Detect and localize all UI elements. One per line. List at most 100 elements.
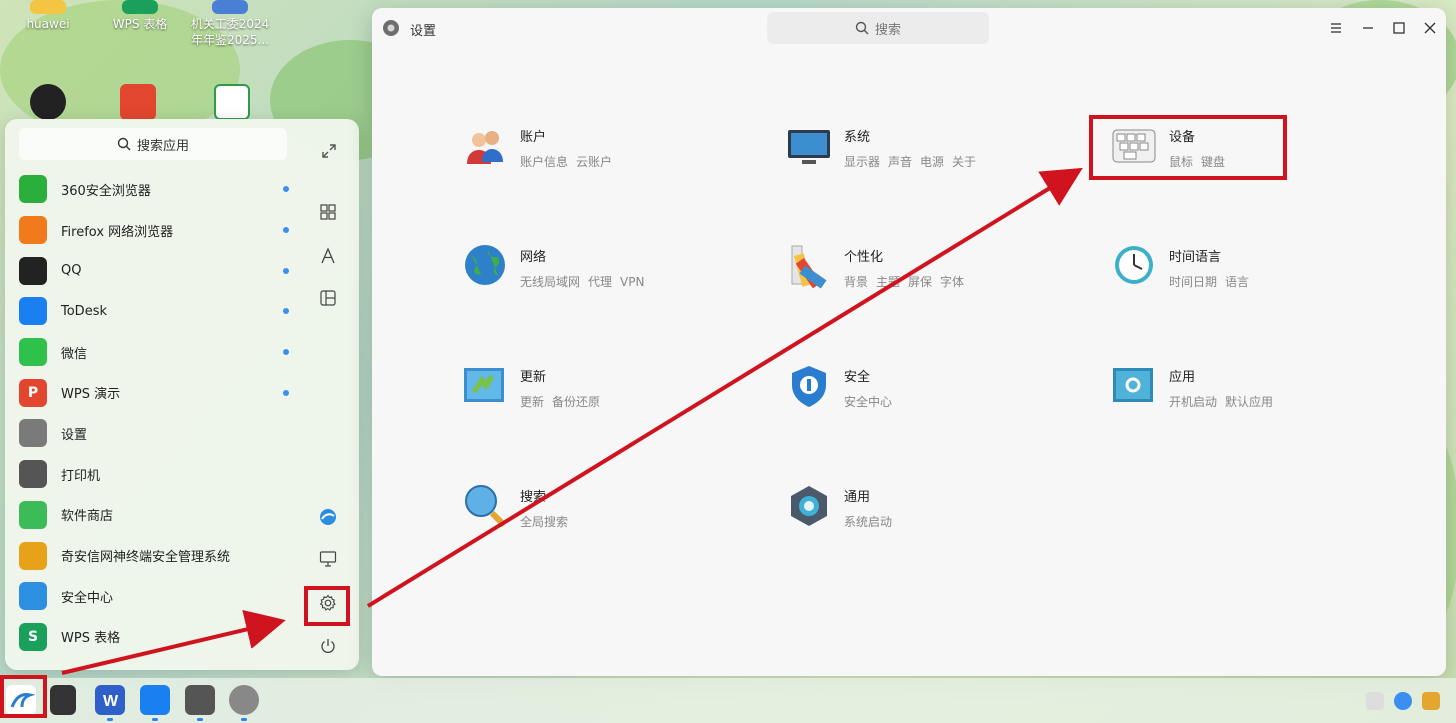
app-list-item[interactable]: 设置 (19, 413, 299, 454)
app-list-item[interactable]: S WPS 表格 (19, 617, 299, 658)
annotation-box-devices (1089, 115, 1287, 180)
app-list: 360安全浏览器 Firefox 网络浏览器 QQ ToDesk 微信 P WPS 演示设置… (19, 169, 299, 657)
desktop-icon-xls[interactable] (192, 84, 272, 122)
multitask-view-button[interactable] (50, 685, 76, 715)
category-search[interactable]: 搜索 全局搜索 (462, 484, 722, 544)
category-system[interactable]: 系统 显示器 声音 电源 关于 (786, 124, 1046, 184)
maximize-icon (1393, 22, 1405, 34)
settings-app-icon (383, 20, 399, 36)
app-list-item[interactable]: 微信 (19, 332, 299, 373)
general-icon (791, 486, 827, 526)
start-menu-search[interactable]: 搜索应用 (19, 128, 287, 160)
category-view-icon[interactable] (315, 285, 341, 311)
app-list-item[interactable]: 360安全浏览器 (19, 169, 299, 210)
expand-icon[interactable] (319, 141, 339, 161)
category-update[interactable]: 更新 更新 备份还原 (462, 364, 722, 424)
menu-button[interactable] (1326, 18, 1346, 38)
xls-file-icon (214, 84, 250, 120)
desktop-icon-huawei[interactable]: huawei (8, 0, 88, 32)
app-label: WPS 表格 (61, 631, 121, 647)
desktop-icon-wps-presentation[interactable] (98, 84, 178, 122)
settings-search[interactable]: 搜索 (767, 12, 989, 44)
close-icon (1424, 22, 1436, 34)
shield-icon (792, 366, 826, 407)
power-button[interactable] (315, 633, 341, 659)
running-indicator (197, 718, 203, 721)
tray-app-icon[interactable] (1422, 692, 1440, 710)
search-icon (117, 137, 131, 151)
category-time-language[interactable]: 时间语言 时间日期 语言 (1111, 244, 1371, 304)
wps-presentation-icon (120, 84, 156, 120)
taskbar-wps-writer[interactable]: W (95, 685, 125, 721)
new-app-dot (283, 389, 289, 396)
annotation-box-start-button (0, 675, 47, 718)
wechat-icon (19, 338, 47, 367)
category-apps[interactable]: 应用 开机启动 默认应用 (1111, 364, 1371, 424)
user-avatar-icon[interactable] (315, 504, 341, 530)
annotation-box-settings-gear (304, 586, 350, 626)
new-app-dot (283, 267, 289, 274)
category-subitems: 账户信息 云账户 (520, 155, 613, 169)
account-icon (467, 131, 503, 164)
magnifier-icon (465, 485, 507, 528)
wps-writer-icon: W (103, 693, 119, 710)
app-list-item[interactable]: QQ (19, 250, 299, 291)
maximize-button[interactable] (1389, 18, 1409, 38)
category-subitems: 时间日期 语言 (1169, 275, 1250, 289)
qq-icon (30, 84, 66, 120)
letter-sort-icon[interactable] (315, 243, 341, 269)
tray-search-icon[interactable] (1394, 692, 1412, 710)
category-account[interactable]: 账户 账户信息 云账户 (462, 124, 722, 184)
minimize-button[interactable] (1358, 18, 1378, 38)
minimize-icon (1363, 27, 1373, 29)
browser-360-icon (19, 175, 47, 204)
desktop-icon-wps-spreadsheet[interactable]: WPS 表格 (100, 0, 180, 32)
settings-window: 设置 搜索 账户 账户信息 云账户 系统 显示器 声音 电源 关于 设备 鼠标 键盘 (372, 8, 1446, 676)
app-label: 安全中心 (61, 590, 114, 606)
category-subitems: 背景 主题 屏保 字体 (844, 275, 965, 289)
titlebar: 设置 搜索 (372, 8, 1446, 50)
app-label: 打印机 (61, 468, 101, 484)
search-icon (855, 21, 869, 35)
taskbar-settings[interactable] (229, 685, 259, 721)
app-label: Firefox 网络浏览器 (61, 224, 174, 240)
category-subitems: 更新 备份还原 (520, 395, 601, 409)
desktop-icon-qq[interactable] (8, 84, 88, 122)
app-list-item[interactable]: Firefox 网络浏览器 (19, 210, 299, 251)
wps-presentation-icon: P (19, 378, 47, 407)
tray-network-icon[interactable] (1366, 692, 1384, 710)
app-list-item[interactable]: P WPS 演示 (19, 372, 299, 413)
app-label: 奇安信网神终端安全管理系统 (61, 550, 231, 566)
category-general[interactable]: 通用 系统启动 (786, 484, 1046, 544)
all-apps-grid-icon[interactable] (315, 199, 341, 225)
monitor-icon (788, 130, 830, 164)
app-label: 360安全浏览器 (61, 183, 151, 199)
running-indicator (241, 718, 247, 721)
category-subitems: 无线局域网 代理 VPN (520, 275, 645, 289)
power-icon (321, 639, 335, 653)
running-indicator (107, 718, 113, 721)
close-button[interactable] (1420, 18, 1440, 38)
app-label: 设置 (61, 427, 88, 443)
computer-icon[interactable] (315, 546, 341, 572)
svg-text:W: W (103, 693, 119, 710)
category-personalization[interactable]: 个性化 背景 主题 屏保 字体 (786, 244, 1046, 304)
qianxin-icon (19, 541, 47, 570)
app-list-item[interactable]: 软件商店 (19, 495, 299, 536)
category-network[interactable]: 网络 无线局域网 代理 VPN (462, 244, 722, 304)
app-label: 软件商店 (61, 509, 114, 525)
todesk-icon (19, 297, 47, 326)
category-subitems: 安全中心 (844, 395, 893, 409)
taskbar-todesk[interactable] (140, 685, 170, 721)
app-list-item[interactable]: 安全中心 (19, 576, 299, 617)
folder-icon (30, 0, 66, 14)
category-security[interactable]: 安全 安全中心 (786, 364, 1046, 424)
app-list-item[interactable]: ToDesk (19, 291, 299, 332)
window-title: 设置 (410, 24, 437, 39)
app-list-item[interactable]: 奇安信网神终端安全管理系统 (19, 535, 299, 576)
desktop-icon-yearbook[interactable]: 机关工委2024 年年鉴2025... (190, 0, 270, 48)
app-list-item[interactable]: 打印机 (19, 454, 299, 495)
taskbar-terminal[interactable] (185, 685, 215, 721)
app-window-icon (1113, 368, 1153, 402)
new-app-dot (283, 227, 289, 234)
